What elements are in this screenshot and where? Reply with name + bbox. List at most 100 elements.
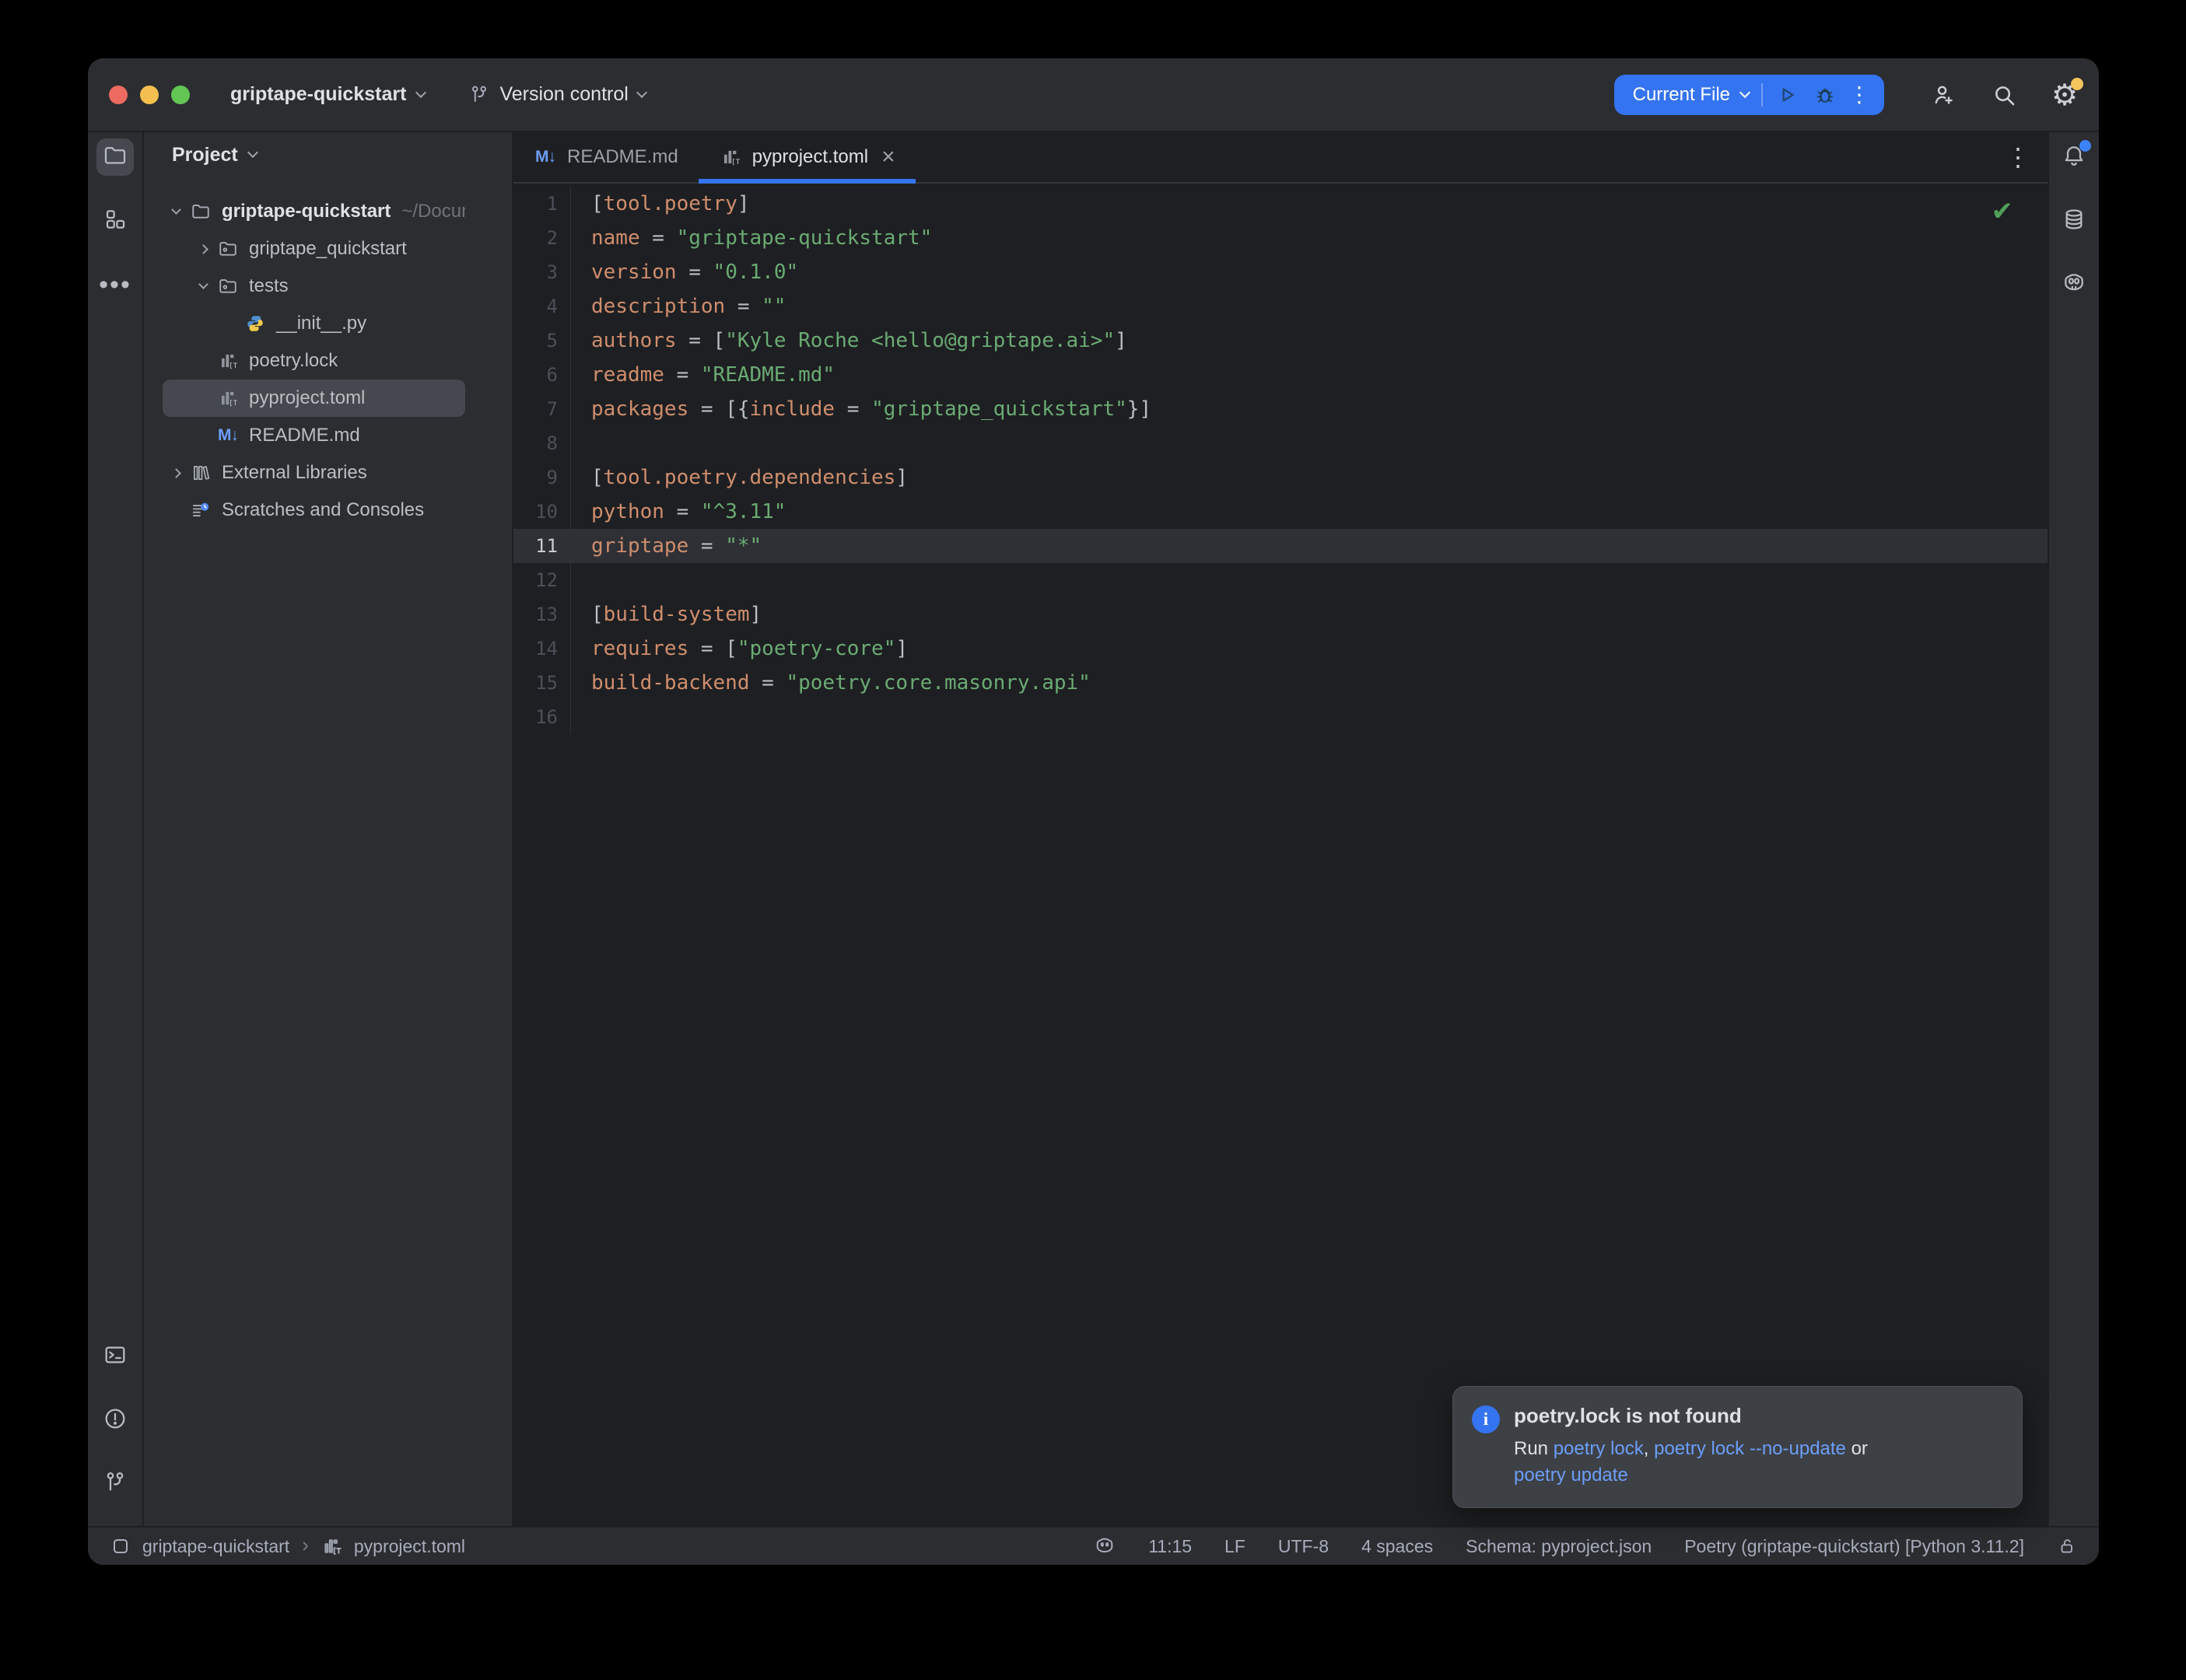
line-number: 7 <box>513 392 571 426</box>
line-content: name = "griptape-quickstart" <box>571 226 932 250</box>
search-icon[interactable] <box>1990 81 2018 109</box>
status-item-3[interactable]: 4 spaces <box>1361 1536 1433 1557</box>
ai-assistant-icon <box>2062 271 2086 299</box>
status-item-0[interactable]: 11:15 <box>1148 1536 1192 1557</box>
code-line-10[interactable]: 10python = "^3.11" <box>513 495 2048 529</box>
tree-item-griptape-quickstart[interactable]: griptape_quickstart <box>163 230 465 268</box>
more-tool-windows-button[interactable]: ••• <box>96 266 134 303</box>
notification-message-line: Run poetry lock, poetry lock --no-update… <box>1514 1436 1868 1462</box>
run-button-icon[interactable] <box>1775 82 1800 107</box>
code-line-2[interactable]: 2name = "griptape-quickstart" <box>513 221 2048 255</box>
terminal-tool-window-button[interactable] <box>96 1338 134 1375</box>
chevron-right-icon[interactable] <box>163 470 189 477</box>
code-line-6[interactable]: 6readme = "README.md" <box>513 358 2048 392</box>
code-line-16[interactable]: 16 <box>513 700 2048 734</box>
toml-file-icon: [T] <box>321 1536 342 1556</box>
git-branch-icon <box>103 1470 128 1499</box>
close-tab-icon[interactable]: × <box>881 145 895 169</box>
info-icon: i <box>1472 1405 1500 1433</box>
tab-label: pyproject.toml <box>752 146 868 168</box>
breadcrumb-file[interactable]: pyproject.toml <box>354 1536 465 1557</box>
copilot-icon[interactable] <box>1094 1535 1116 1557</box>
chevron-down-icon[interactable] <box>1739 86 1750 97</box>
status-item-4[interactable]: Schema: pyproject.json <box>1466 1536 1652 1557</box>
tree-item-tests[interactable]: tests <box>163 268 465 305</box>
notification-action-link[interactable]: poetry update <box>1514 1465 1628 1486</box>
tree-item-label: Scratches and Consoles <box>222 499 424 521</box>
code-line-12[interactable]: 12 <box>513 563 2048 597</box>
notification-text: or <box>1846 1438 1868 1459</box>
breadcrumb-project[interactable]: griptape-quickstart <box>142 1536 289 1557</box>
status-item-1[interactable]: LF <box>1224 1536 1245 1557</box>
tab-options-kebab-icon[interactable]: ⋮ <box>2006 142 2048 172</box>
line-content: description = "" <box>571 295 786 318</box>
line-content: packages = [{include = "griptape_quickst… <box>571 397 1151 421</box>
chevron-right-icon[interactable] <box>190 246 216 253</box>
tab-pyproject-toml[interactable]: [T] pyproject.toml × <box>699 132 916 182</box>
git-branch-icon <box>468 84 490 106</box>
code-line-14[interactable]: 14requires = ["poetry-core"] <box>513 632 2048 666</box>
tree-item-label: __init__.py <box>276 313 366 334</box>
minimize-window-button[interactable] <box>140 86 159 104</box>
structure-tool-window-button[interactable] <box>96 202 134 240</box>
database-tool-window-button[interactable] <box>2055 202 2093 240</box>
tree-item-pyproject-toml[interactable]: [T]pyproject.toml <box>163 380 465 417</box>
settings-gear-icon[interactable]: ⚙ <box>2051 81 2079 109</box>
close-window-button[interactable] <box>109 86 128 104</box>
toml-icon: [T] <box>719 147 742 167</box>
breadcrumb: griptape-quickstart › [T] pyproject.toml <box>111 1536 465 1557</box>
notification-popup[interactable]: i poetry.lock is not found Run poetry lo… <box>1452 1386 2023 1508</box>
notification-action-link[interactable]: poetry lock --no-update <box>1654 1438 1846 1459</box>
editor-tabbar: M↓README.md [T] pyproject.toml × ⋮ <box>513 132 2048 184</box>
ai-assistant-button[interactable] <box>2055 266 2093 303</box>
project-panel-header[interactable]: Project <box>144 132 512 177</box>
project-switcher[interactable]: griptape-quickstart <box>230 83 425 106</box>
tab-readme-md[interactable]: M↓README.md <box>513 132 699 182</box>
code-line-11[interactable]: 11griptape = "*" <box>513 529 2048 563</box>
tree-item--init-py[interactable]: __init__.py <box>163 305 465 342</box>
code-line-4[interactable]: 4description = "" <box>513 289 2048 324</box>
tree-item-griptape-quickstart[interactable]: griptape-quickstart~/Docume <box>163 193 465 230</box>
editor-tabs: M↓README.md [T] pyproject.toml × <box>513 132 916 182</box>
tree-item-poetry-lock[interactable]: [T]poetry.lock <box>163 342 465 380</box>
debug-button-icon[interactable] <box>1813 82 1837 107</box>
problems-tool-window-button[interactable] <box>96 1402 134 1439</box>
code-line-5[interactable]: 5authors = ["Kyle Roche <hello@griptape.… <box>513 324 2048 358</box>
code-line-7[interactable]: 7packages = [{include = "griptape_quicks… <box>513 392 2048 426</box>
code-line-15[interactable]: 15build-backend = "poetry.core.masonry.a… <box>513 666 2048 700</box>
database-icon <box>2062 207 2086 236</box>
tree-item-label: poetry.lock <box>249 350 338 372</box>
inspection-ok-icon[interactable]: ✔ <box>1992 196 2014 227</box>
version-control-tool-window-button[interactable] <box>96 1465 134 1503</box>
tree-item-scratches-and-consoles[interactable]: Scratches and Consoles <box>163 492 465 529</box>
code-editor[interactable]: 1[tool.poetry]2name = "griptape-quicksta… <box>513 184 2048 1526</box>
chevron-down-icon[interactable] <box>190 285 216 288</box>
zoom-window-button[interactable] <box>171 86 190 104</box>
code-line-3[interactable]: 3version = "0.1.0" <box>513 255 2048 289</box>
tree-item-readme-md[interactable]: M↓README.md <box>163 417 465 454</box>
line-number: 2 <box>513 221 571 255</box>
notification-action-link[interactable]: poetry lock <box>1554 1438 1644 1459</box>
tree-item-external-libraries[interactable]: External Libraries <box>163 454 465 492</box>
code-line-13[interactable]: 13[build-system] <box>513 597 2048 632</box>
status-item-5[interactable]: Poetry (griptape-quickstart) [Python 3.1… <box>1684 1536 2024 1557</box>
line-content: [tool.poetry.dependencies] <box>571 466 908 489</box>
code-line-8[interactable]: 8 <box>513 426 2048 460</box>
line-content: requires = ["poetry-core"] <box>571 637 908 660</box>
notification-title: poetry.lock is not found <box>1514 1404 1868 1428</box>
run-config-selector[interactable]: Current File <box>1633 84 1730 106</box>
line-content: build-backend = "poetry.core.masonry.api… <box>571 671 1091 695</box>
vcs-widget[interactable]: Version control <box>468 83 645 106</box>
notification-badge-dot <box>2079 140 2091 152</box>
project-tool-window-button[interactable] <box>96 138 134 176</box>
add-user-icon[interactable] <box>1929 81 1957 109</box>
chevron-down-icon[interactable] <box>163 211 189 213</box>
code-line-9[interactable]: 9[tool.poetry.dependencies] <box>513 460 2048 495</box>
settings-badge-dot <box>2071 78 2083 90</box>
status-item-2[interactable]: UTF-8 <box>1278 1536 1329 1557</box>
code-line-1[interactable]: 1[tool.poetry] <box>513 187 2048 221</box>
run-more-kebab-icon[interactable]: ⋮ <box>1848 84 1870 106</box>
status-bar: griptape-quickstart › [T] pyproject.toml… <box>88 1526 2099 1565</box>
unlocked-padlock-icon[interactable] <box>2057 1536 2077 1556</box>
notifications-button[interactable] <box>2055 138 2093 176</box>
